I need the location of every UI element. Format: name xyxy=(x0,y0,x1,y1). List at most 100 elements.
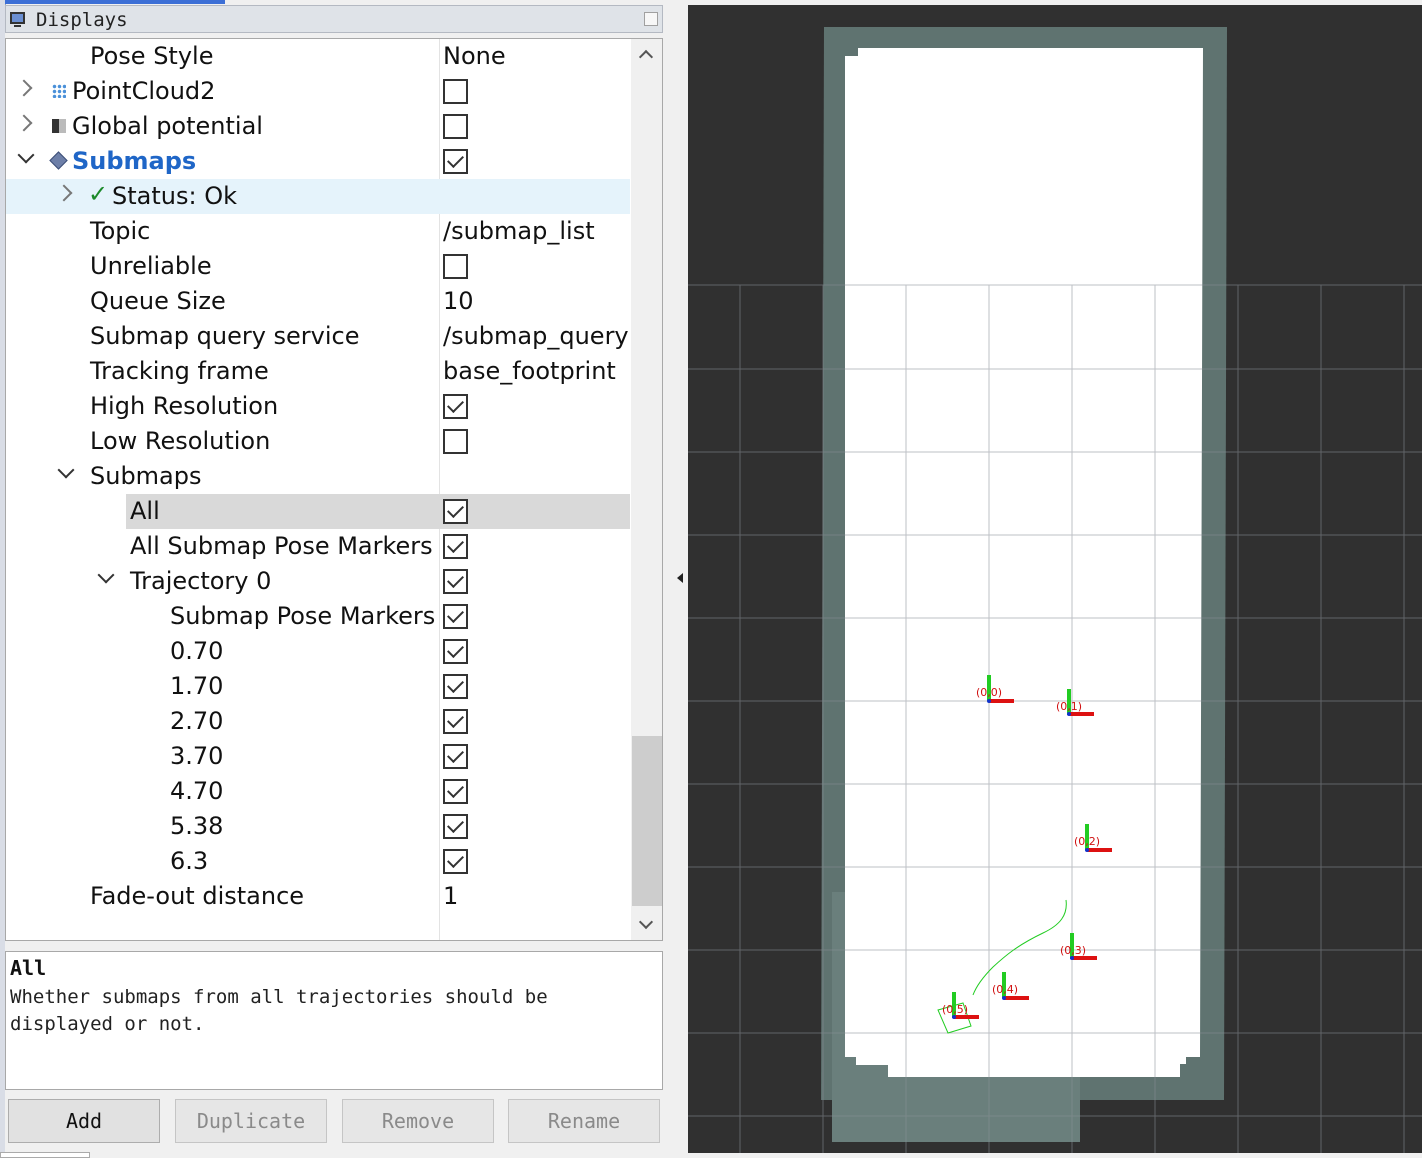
remove-button[interactable]: Remove xyxy=(342,1099,494,1143)
property-name: 3.70 xyxy=(170,742,224,770)
tree-row-submap[interactable]: 5.38 xyxy=(6,809,630,844)
property-description: All Whether submaps from all trajectorie… xyxy=(5,951,663,1090)
selection-highlight xyxy=(126,494,630,529)
enable-checkbox[interactable] xyxy=(443,149,468,174)
status-ok-icon: ✓ xyxy=(88,180,109,208)
marker-label: (0,2) xyxy=(1074,835,1100,848)
collapse-left-icon[interactable] xyxy=(677,573,683,583)
property-value[interactable]: 10 xyxy=(443,286,474,316)
map-free-space xyxy=(845,48,1203,1077)
collapse-arrow-icon[interactable] xyxy=(17,146,35,164)
property-name: Submap query service xyxy=(90,322,360,350)
tree-row-tracking-frame[interactable]: Tracking frame base_footprint xyxy=(6,354,630,389)
tree-row-pose-style[interactable]: Pose Style None xyxy=(6,39,630,74)
tree-row-submap[interactable]: 3.70 xyxy=(6,739,630,774)
render-view[interactable]: (0,0) (0,1) (0,2) (0,3) (0,4) (0,5) xyxy=(688,5,1422,1153)
property-name: Tracking frame xyxy=(90,357,269,385)
tree-row-fade-out-distance[interactable]: Fade-out distance 1 xyxy=(6,879,630,914)
tree-scrollbar[interactable] xyxy=(631,39,662,940)
enable-checkbox[interactable] xyxy=(443,114,468,139)
property-name: 2.70 xyxy=(170,707,224,735)
scroll-up-icon[interactable] xyxy=(638,49,654,65)
status-text: Status: Ok xyxy=(112,182,237,210)
tree-row-submaps-group[interactable]: Submaps xyxy=(6,459,630,494)
property-value[interactable]: base_footprint xyxy=(443,356,616,386)
property-name: All Submap Pose Markers xyxy=(130,532,433,560)
property-checkbox[interactable] xyxy=(443,744,468,769)
float-panel-button[interactable] xyxy=(644,12,658,26)
duplicate-button[interactable]: Duplicate xyxy=(175,1099,327,1143)
collapse-arrow-icon[interactable] xyxy=(57,461,75,479)
tree-row-high-resolution[interactable]: High Resolution xyxy=(6,389,630,424)
marker-label: (0,3) xyxy=(1060,944,1086,957)
property-checkbox[interactable] xyxy=(443,674,468,699)
tree-row-submaps[interactable]: Submaps xyxy=(6,144,630,179)
tree-row-trajectory-0[interactable]: Trajectory 0 xyxy=(6,564,630,599)
property-checkbox[interactable] xyxy=(443,394,468,419)
property-checkbox[interactable] xyxy=(443,779,468,804)
rename-button[interactable]: Rename xyxy=(508,1099,660,1143)
add-button[interactable]: Add xyxy=(8,1099,160,1143)
property-value[interactable]: /submap_list xyxy=(443,216,595,246)
pointcloud-icon xyxy=(52,84,66,98)
property-checkbox[interactable] xyxy=(443,814,468,839)
property-name: Low Resolution xyxy=(90,427,271,455)
tree-row-submap-query-service[interactable]: Submap query service /submap_query xyxy=(6,319,630,354)
property-value[interactable]: None xyxy=(443,41,506,71)
property-checkbox[interactable] xyxy=(443,499,468,524)
property-checkbox[interactable] xyxy=(443,534,468,559)
property-name: Pose Style xyxy=(90,42,214,70)
property-name: Topic xyxy=(90,217,151,245)
expand-arrow-icon[interactable] xyxy=(15,79,33,97)
tree-row-submap[interactable]: 6.3 xyxy=(6,844,630,879)
expand-arrow-icon[interactable] xyxy=(55,184,73,202)
scrollbar-thumb[interactable] xyxy=(632,736,662,906)
panel-title: Displays xyxy=(36,9,128,31)
property-value[interactable]: 1 xyxy=(443,881,458,911)
property-checkbox[interactable] xyxy=(443,709,468,734)
enable-checkbox[interactable] xyxy=(443,79,468,104)
displays-titlebar[interactable]: Displays xyxy=(5,5,663,33)
tree-row-all-submap-pose-markers[interactable]: All Submap Pose Markers xyxy=(6,529,630,564)
tree-row-unreliable[interactable]: Unreliable xyxy=(6,249,630,284)
property-checkbox[interactable] xyxy=(443,429,468,454)
property-value[interactable]: /submap_query xyxy=(443,321,629,351)
property-checkbox[interactable] xyxy=(443,639,468,664)
tree-row-topic[interactable]: Topic /submap_list xyxy=(6,214,630,249)
collapse-arrow-icon[interactable] xyxy=(97,566,115,584)
tree-row-submap[interactable]: 1.70 xyxy=(6,669,630,704)
property-checkbox[interactable] xyxy=(443,569,468,594)
scroll-down-icon[interactable] xyxy=(638,914,654,930)
tree-row-pointcloud2[interactable]: PointCloud2 xyxy=(6,74,630,109)
property-name: Submaps xyxy=(90,462,202,490)
bottom-tab[interactable] xyxy=(0,1152,90,1158)
property-checkbox[interactable] xyxy=(443,849,468,874)
tree-row-submap-pose-markers[interactable]: Submap Pose Markers xyxy=(6,599,630,634)
display-name: Submaps xyxy=(72,147,197,175)
property-name: Queue Size xyxy=(90,287,226,315)
description-title: All xyxy=(10,956,47,980)
tree-row-all[interactable]: All xyxy=(6,494,630,529)
property-name: 4.70 xyxy=(170,777,224,805)
property-name: Trajectory 0 xyxy=(130,567,272,595)
display-name: Global potential xyxy=(72,112,263,140)
display-tree: Pose Style None PointCloud2 Global poten… xyxy=(5,38,663,941)
tree-row-submap[interactable]: 4.70 xyxy=(6,774,630,809)
property-name: 6.3 xyxy=(170,847,209,875)
map-canvas: (0,0) (0,1) (0,2) (0,3) (0,4) (0,5) xyxy=(688,27,1422,1153)
tree-row-submap[interactable]: 0.70 xyxy=(6,634,630,669)
property-checkbox[interactable] xyxy=(443,604,468,629)
tree-row-queue-size[interactable]: Queue Size 10 xyxy=(6,284,630,319)
property-name: All xyxy=(130,497,160,525)
tree-row-status[interactable]: ✓ Status: Ok xyxy=(6,179,630,214)
property-checkbox[interactable] xyxy=(443,254,468,279)
tree-row-low-resolution[interactable]: Low Resolution xyxy=(6,424,630,459)
tree-row-submap[interactable]: 2.70 xyxy=(6,704,630,739)
expand-arrow-icon[interactable] xyxy=(15,114,33,132)
panel-splitter[interactable] xyxy=(663,0,688,1158)
submaps-icon xyxy=(49,151,68,170)
tree-row-global-potential[interactable]: Global potential xyxy=(6,109,630,144)
display-name: PointCloud2 xyxy=(72,77,216,105)
displays-panel: Displays Pose Style None PointCloud2 Glo… xyxy=(5,5,663,1158)
monitor-icon xyxy=(10,12,25,27)
